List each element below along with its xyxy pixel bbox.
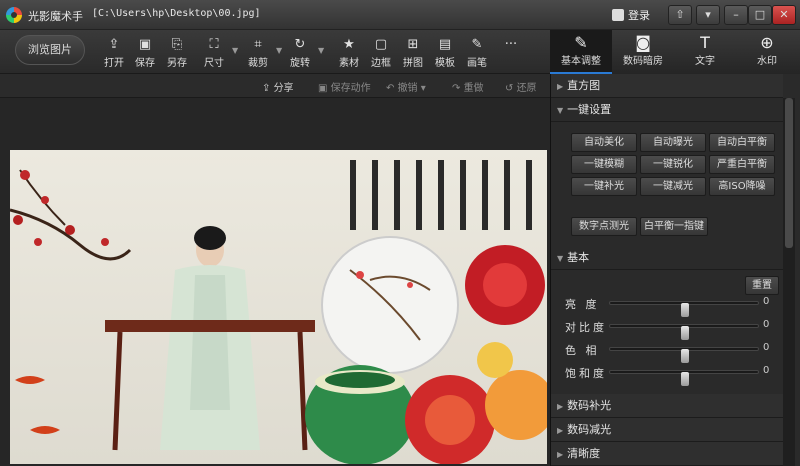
chevron-right-icon: ▶	[557, 426, 564, 435]
high-iso-denoise-button[interactable]: 高ISO降噪	[709, 177, 775, 196]
slider-saturation[interactable]: 饱和度 0	[551, 363, 783, 386]
brush-icon: ✎	[471, 37, 483, 52]
more-tools-button[interactable]: ···	[494, 36, 528, 70]
open-button[interactable]: ⇪ 打开	[97, 36, 131, 70]
spot-metering-button[interactable]: 数字点测光	[571, 217, 637, 236]
slider-thumb[interactable]	[681, 326, 689, 340]
collage-icon: ⊞	[407, 37, 419, 52]
scrollbar-thumb[interactable]	[785, 98, 793, 248]
edit-icon: ✎	[574, 33, 588, 52]
resize-icon: ⛶	[209, 37, 219, 52]
resize-dropdown-arrow[interactable]: ▼	[232, 46, 238, 55]
adjust-panel: ▶ 直方图 ▼ 一键设置 自动美化 自动曝光 自动白平衡 一键模糊 一键锐化 严重白…	[550, 74, 800, 466]
one-click-sharpen-button[interactable]: 一键锐化	[640, 155, 706, 174]
save-as-button[interactable]: ⎘ 另存	[160, 36, 194, 70]
main-toolbar: 浏览图片 ⇪ 打开 ▣ 保存 ⎘ 另存 ⛶ 尺寸 ▼ ⌗ 裁剪 ▼ ↻ 旋转 ▼ ★ 素材 ▢…	[0, 30, 550, 74]
save-action-button[interactable]: ▣ 保存动作	[318, 79, 371, 94]
strict-white-balance-button[interactable]: 严重白平衡	[709, 155, 775, 174]
slider-track[interactable]	[609, 301, 759, 317]
restore-button[interactable]: ↺ 还原	[505, 79, 537, 94]
rotate-icon: ↻	[294, 37, 306, 52]
save-icon: ▣	[138, 37, 152, 52]
share-button[interactable]: ⇪ 分享	[262, 79, 294, 94]
chevron-right-icon: ▶	[557, 402, 564, 411]
slider-thumb[interactable]	[681, 372, 689, 386]
photo-preview	[10, 150, 547, 464]
app-name: 光影魔术手	[28, 10, 83, 23]
tab-text[interactable]: T 文字	[674, 30, 736, 74]
one-click-reduce-light-button[interactable]: 一键减光	[640, 177, 706, 196]
material-button[interactable]: ★ 素材	[332, 36, 366, 70]
auto-beautify-button[interactable]: 自动美化	[571, 133, 637, 152]
rotate-dropdown-arrow[interactable]: ▼	[318, 46, 324, 55]
crop-dropdown-arrow[interactable]: ▼	[276, 46, 282, 55]
slider-thumb[interactable]	[681, 349, 689, 363]
slider-track[interactable]	[609, 324, 759, 340]
border-icon: ▢	[374, 37, 388, 52]
app-logo-icon	[6, 7, 22, 23]
section-one-click[interactable]: ▼ 一键设置	[551, 98, 783, 122]
rotate-button[interactable]: ↻ 旋转	[283, 36, 317, 70]
image-canvas[interactable]	[0, 98, 550, 466]
text-icon: T	[700, 33, 710, 52]
slider-track[interactable]	[609, 370, 759, 386]
open-icon: ⇪	[108, 37, 120, 52]
minimize-button[interactable]: –	[724, 5, 748, 25]
crop-button[interactable]: ⌗ 裁剪	[241, 36, 275, 70]
save-as-icon: ⎘	[171, 37, 183, 52]
browse-images-button[interactable]: 浏览图片	[15, 35, 85, 65]
menu-button[interactable]: ▾	[696, 5, 720, 25]
section-basic[interactable]: ▼ 基本	[551, 246, 783, 270]
photo-illustration	[10, 160, 547, 464]
auto-white-balance-button[interactable]: 自动白平衡	[709, 133, 775, 152]
undo-button[interactable]: ↶ 撤销 ▾	[386, 79, 426, 94]
chevron-right-icon: ▶	[557, 450, 564, 459]
slider-brightness[interactable]: 亮 度 0	[551, 294, 783, 317]
save-button[interactable]: ▣ 保存	[128, 36, 162, 70]
white-balance-picker-button[interactable]: 白平衡一指键	[640, 217, 708, 236]
section-digital-fill-light[interactable]: ▶ 数码补光	[551, 394, 783, 418]
collage-button[interactable]: ⊞ 拼图	[396, 36, 430, 70]
one-click-fill-light-button[interactable]: 一键补光	[571, 177, 637, 196]
camera-icon: ◙	[635, 33, 651, 52]
login-button[interactable]: 登录	[612, 6, 650, 24]
slider-thumb[interactable]	[681, 303, 689, 317]
user-icon	[612, 9, 624, 21]
material-icon: ★	[343, 37, 355, 52]
auto-exposure-button[interactable]: 自动曝光	[640, 133, 706, 152]
title-bar: 光影魔术手 [C:\Users\hp\Desktop\00.jpg] 登录 ⇧ …	[0, 0, 800, 30]
skin-button[interactable]: ⇧	[668, 5, 692, 25]
watermark-icon: ⊕	[760, 33, 774, 52]
tab-basic-adjust[interactable]: ✎ 基本调整	[550, 30, 612, 74]
template-icon: ▤	[438, 37, 452, 52]
resize-button[interactable]: ⛶ 尺寸	[197, 36, 231, 70]
chevron-down-icon: ▼	[557, 106, 564, 115]
login-label: 登录	[628, 9, 650, 22]
slider-hue[interactable]: 色 相 0	[551, 340, 783, 363]
panel-scrollbar[interactable]	[783, 98, 795, 466]
one-click-blur-button[interactable]: 一键模糊	[571, 155, 637, 174]
chevron-down-icon: ▼	[557, 254, 564, 263]
more-icon: ···	[504, 37, 518, 52]
chevron-right-icon: ▶	[557, 82, 564, 91]
file-path: [C:\Users\hp\Desktop\00.jpg]	[92, 8, 261, 19]
border-button[interactable]: ▢ 边框	[364, 36, 398, 70]
right-tab-bar: ✎ 基本调整 ◙ 数码暗房 T 文字 ⊕ 水印	[550, 30, 800, 74]
reset-button[interactable]: 重置	[745, 276, 779, 295]
slider-contrast[interactable]: 对比度 0	[551, 317, 783, 340]
template-button[interactable]: ▤ 模板	[428, 36, 462, 70]
maximize-button[interactable]: □	[748, 5, 772, 25]
crop-icon: ⌗	[254, 37, 262, 52]
section-digital-reduce-light[interactable]: ▶ 数码减光	[551, 418, 783, 442]
redo-button[interactable]: ↷ 重做	[452, 79, 484, 94]
close-button[interactable]: ✕	[772, 5, 796, 25]
action-bar: ⇪ 分享 ▣ 保存动作 ↶ 撤销 ▾ ↷ 重做 ↺ 还原	[0, 74, 550, 98]
slider-track[interactable]	[609, 347, 759, 363]
tab-digital-darkroom[interactable]: ◙ 数码暗房	[612, 30, 674, 74]
section-histogram[interactable]: ▶ 直方图	[551, 74, 783, 98]
tab-watermark[interactable]: ⊕ 水印	[736, 30, 798, 74]
section-clarity[interactable]: ▶ 清晰度	[551, 442, 783, 466]
brush-button[interactable]: ✎ 画笔	[460, 36, 494, 70]
